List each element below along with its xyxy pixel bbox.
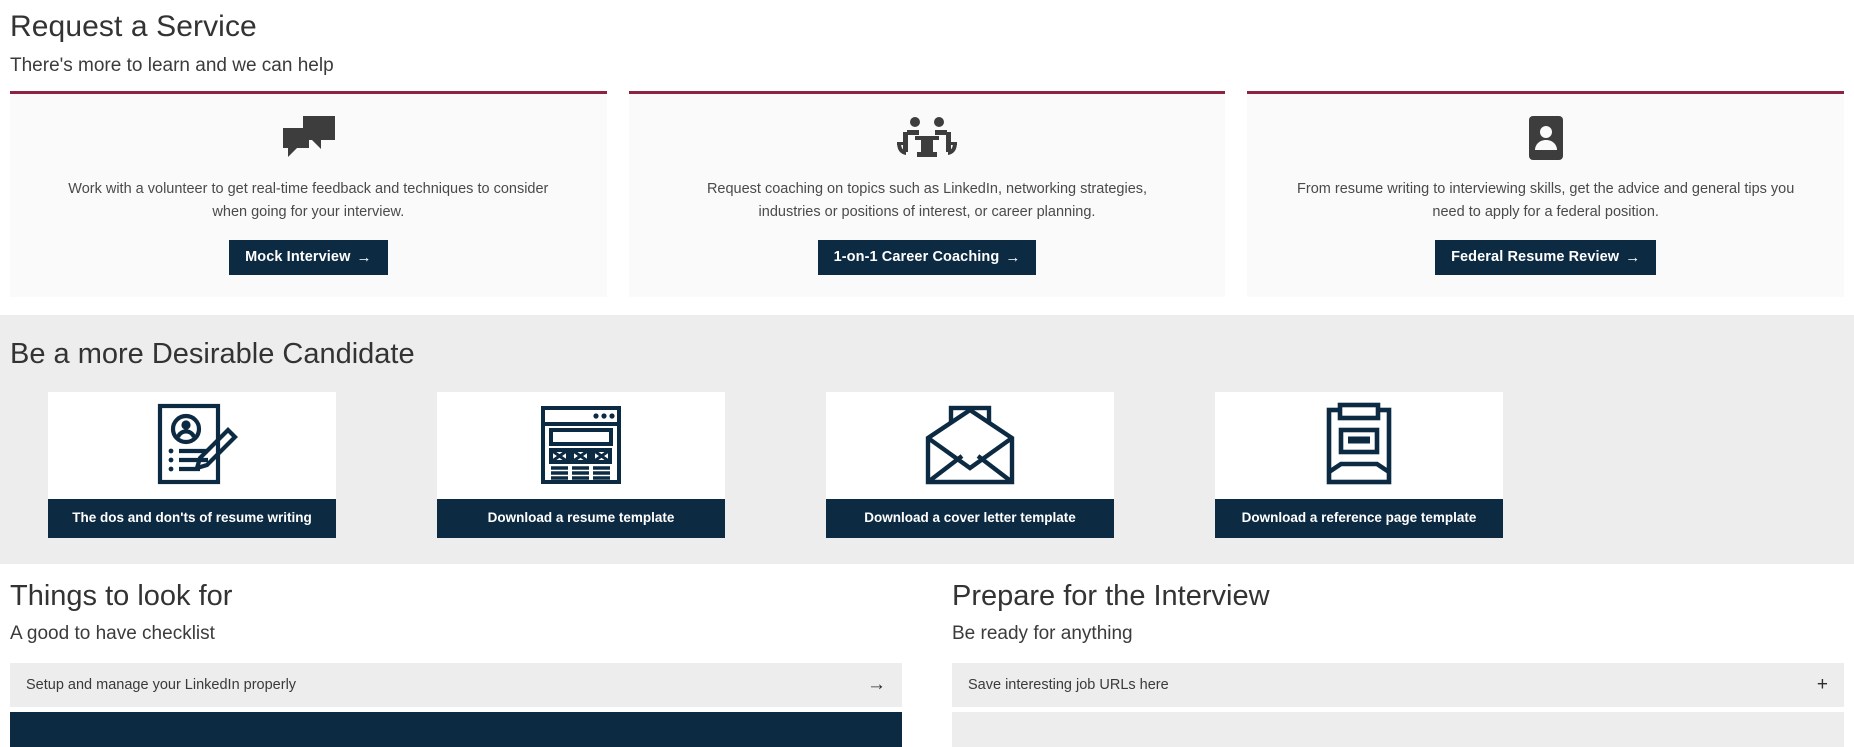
arrow-right-icon[interactable]: → xyxy=(867,675,886,694)
plus-icon[interactable]: + xyxy=(1817,675,1828,694)
list-item-label: Save interesting job URLs here xyxy=(968,676,1169,693)
column-subtitle: A good to have checklist xyxy=(10,623,215,645)
candidate-tile-label: Download a reference page template xyxy=(1215,498,1503,539)
column-title: Things to look for xyxy=(10,580,233,613)
person-badge-icon xyxy=(1528,112,1563,164)
checklist-row-list: Setup and manage your LinkedIn properly … xyxy=(10,663,902,747)
column-title: Prepare for the Interview xyxy=(952,580,1270,613)
speech-bubbles-icon xyxy=(281,112,336,164)
arrow-right-icon: → xyxy=(1005,248,1021,266)
desirable-candidate-section: Be a more Desirable Candidate The dos an… xyxy=(0,315,1854,565)
candidate-tile-cover-letter-template[interactable]: Download a cover letter template xyxy=(826,391,1114,539)
button-label: 1-on-1 Career Coaching xyxy=(833,249,1000,266)
candidate-tile-label: Download a resume template xyxy=(437,498,725,539)
resume-document-pencil-icon xyxy=(48,391,336,499)
two-people-at-table-icon xyxy=(893,112,961,164)
section-title: Be a more Desirable Candidate xyxy=(10,338,415,371)
page-subtitle: There's more to learn and we can help xyxy=(10,54,334,76)
request-a-service-section: Request a Service There's more to learn … xyxy=(0,0,1854,298)
button-label: Federal Resume Review xyxy=(1451,249,1620,266)
candidate-tile-label: The dos and don'ts of resume writing xyxy=(48,498,336,539)
federal-resume-review-button[interactable]: Federal Resume Review → xyxy=(1435,240,1657,276)
page-title: Request a Service xyxy=(10,10,257,43)
service-card-career-coaching[interactable]: Request coaching on topics such as Linke… xyxy=(628,91,1226,298)
list-item[interactable] xyxy=(10,712,902,747)
reference-clipboard-icon xyxy=(1215,391,1503,499)
column-things-to-look-for: Things to look for A good to have checkl… xyxy=(10,578,902,747)
candidate-tile-reference-page-template[interactable]: Download a reference page template xyxy=(1215,391,1503,539)
service-card-description: From resume writing to interviewing skil… xyxy=(1297,181,1795,220)
service-card-list: Work with a volunteer to get real-time f… xyxy=(10,91,1845,298)
button-label: Mock Interview xyxy=(245,249,351,266)
candidate-tile-resume-template[interactable]: Download a resume template xyxy=(437,391,725,539)
list-item[interactable]: Save interesting job URLs here + xyxy=(952,663,1844,708)
mock-interview-button[interactable]: Mock Interview → xyxy=(229,240,388,276)
career-coaching-button[interactable]: 1-on-1 Career Coaching → xyxy=(817,240,1037,276)
service-card-federal-resume-review[interactable]: From resume writing to interviewing skil… xyxy=(1247,91,1845,298)
candidate-tile-label: Download a cover letter template xyxy=(826,498,1114,539)
service-card-mock-interview[interactable]: Work with a volunteer to get real-time f… xyxy=(10,91,607,298)
list-item[interactable] xyxy=(952,712,1844,747)
candidate-tile-resume-dos-donts[interactable]: The dos and don'ts of resume writing xyxy=(48,391,336,539)
list-item-label: Setup and manage your LinkedIn properly xyxy=(26,676,297,693)
service-card-description: Request coaching on topics such as Linke… xyxy=(706,181,1148,220)
interview-row-list: Save interesting job URLs here + xyxy=(952,663,1844,747)
column-subtitle: Be ready for anything xyxy=(952,623,1133,645)
arrow-right-icon: → xyxy=(1625,248,1641,266)
open-envelope-letter-icon xyxy=(826,391,1114,499)
candidate-tile-list: The dos and don'ts of resume writing Dow… xyxy=(10,391,1844,539)
page-root: Request a Service There's more to learn … xyxy=(0,0,1854,747)
bottom-columns-section: Things to look for A good to have checkl… xyxy=(0,564,1854,747)
column-prepare-for-the-interview: Prepare for the Interview Be ready for a… xyxy=(952,578,1844,747)
arrow-right-icon: → xyxy=(356,248,372,266)
list-item[interactable]: Setup and manage your LinkedIn properly … xyxy=(10,663,902,708)
service-card-description: Work with a volunteer to get real-time f… xyxy=(68,181,549,220)
resume-template-wireframe-icon xyxy=(437,391,725,499)
